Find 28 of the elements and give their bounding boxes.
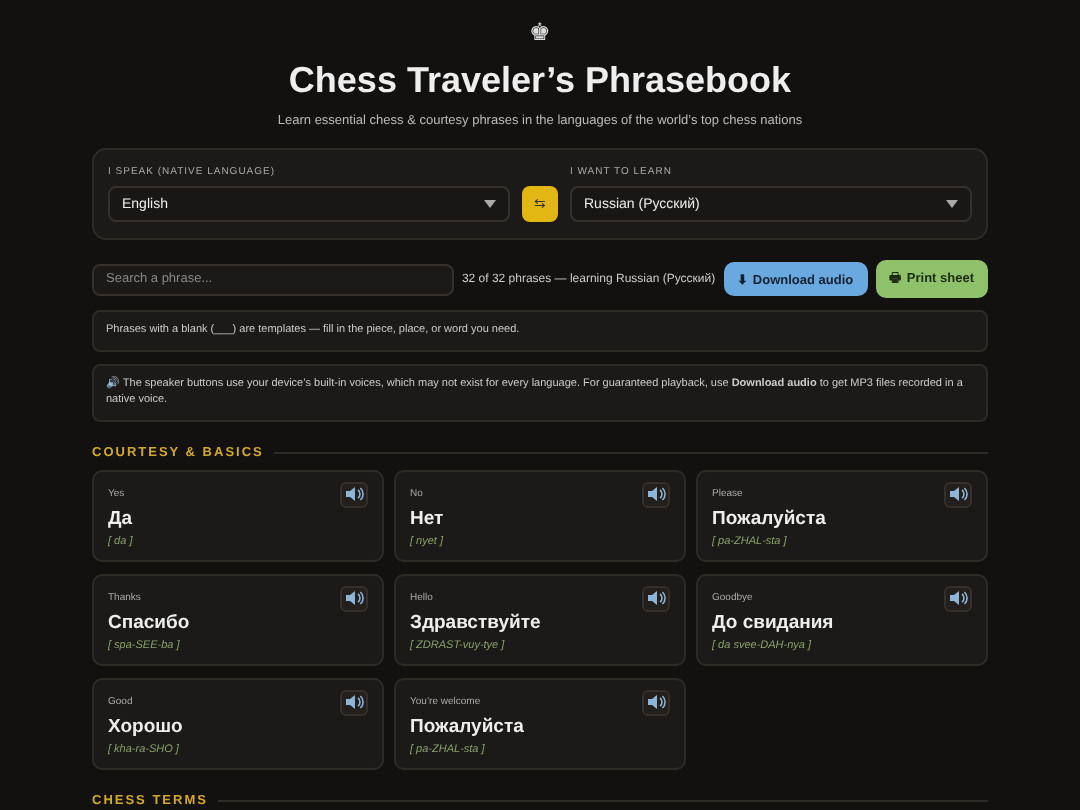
speaker-icon bbox=[345, 590, 363, 606]
speaker-icon bbox=[647, 590, 665, 606]
speaker-button[interactable] bbox=[642, 585, 670, 611]
speaker-button[interactable] bbox=[340, 585, 368, 611]
speaker-icon bbox=[345, 694, 363, 710]
phrase-text: Да bbox=[108, 507, 133, 529]
phrase-text: До свидания bbox=[712, 611, 834, 633]
phrase-text: Здравствуйте bbox=[410, 611, 541, 633]
phrase-text: Пожалуйста bbox=[712, 507, 826, 529]
phrase-text: Нет bbox=[410, 507, 444, 529]
speaker-icon bbox=[949, 486, 967, 502]
page-title: Chess Traveler’s Phrasebook bbox=[288, 58, 792, 102]
speaker-button[interactable] bbox=[944, 481, 972, 507]
phrase-text: Спасибо bbox=[108, 611, 190, 633]
caret-icon bbox=[484, 200, 496, 208]
speaker-button[interactable] bbox=[642, 481, 670, 507]
phrase-text: Пожалуйста bbox=[410, 715, 524, 737]
speaker-icon bbox=[647, 486, 665, 502]
king-logo: ♚ bbox=[529, 18, 551, 46]
speaker-button[interactable] bbox=[642, 689, 670, 715]
speaker-icon bbox=[345, 486, 363, 502]
speaker-icon bbox=[949, 590, 967, 606]
speaker-icon bbox=[647, 694, 665, 710]
speaker-button[interactable] bbox=[340, 689, 368, 715]
phrase-text: Хорошо bbox=[108, 715, 183, 737]
speaker-button[interactable] bbox=[944, 585, 972, 611]
speaker-button[interactable] bbox=[340, 481, 368, 507]
caret-icon bbox=[946, 200, 958, 208]
